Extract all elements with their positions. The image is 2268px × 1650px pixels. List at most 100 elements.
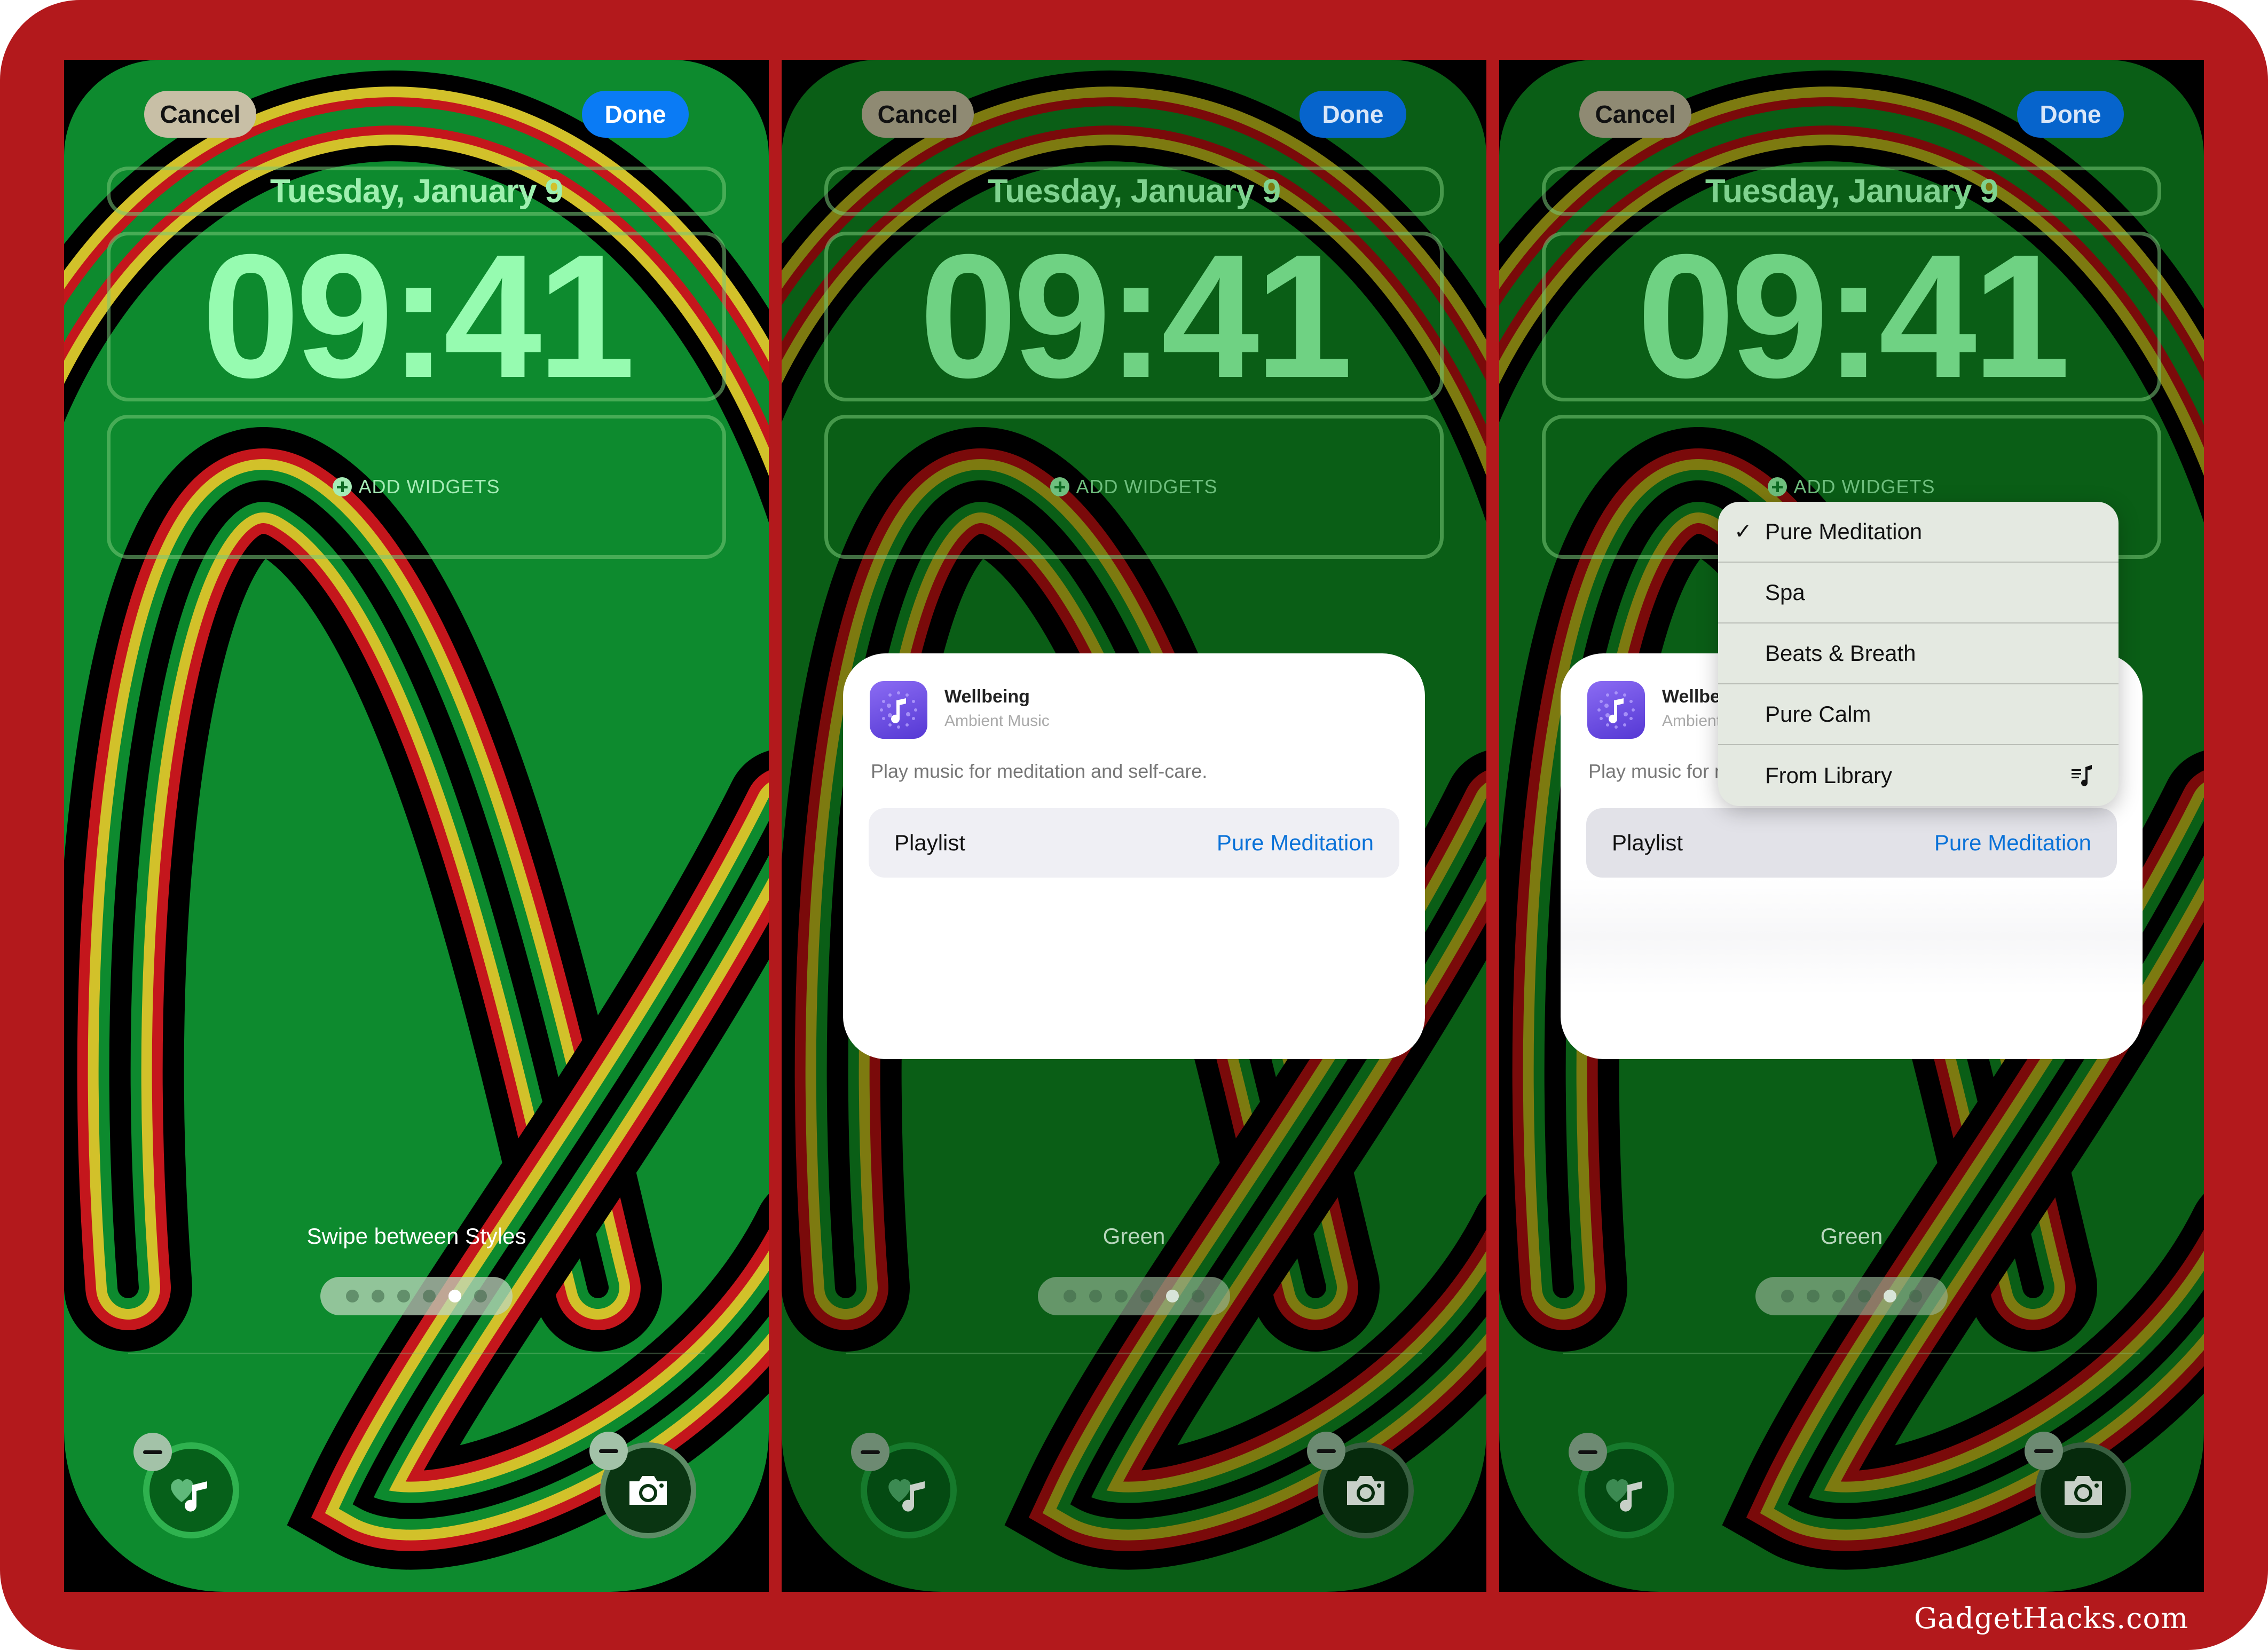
style-label: Green [1102,1223,1166,1249]
minus-icon [143,1450,162,1454]
divider [846,1353,1422,1354]
lock-screen-panel-1: Cancel Done Tuesday, January 9 09:41 ADD… [64,60,769,1592]
page-dot[interactable] [1832,1290,1845,1302]
add-circle-icon [333,477,352,496]
playlist-selector[interactable]: Playlist Pure Meditation [1586,808,2117,878]
wellbeing-quick-action[interactable] [851,1433,957,1538]
menu-item-label: Beats & Breath [1765,641,1916,666]
cancel-button[interactable]: Cancel [144,91,256,138]
camera-icon [1347,1476,1384,1505]
camera-quick-action[interactable] [589,1432,696,1538]
page-dot[interactable] [1858,1290,1871,1302]
widget-description: Play music for meditation and self-care. [871,760,1208,782]
lock-screen-panel-3: Cancel Done Tuesday, January 9 09:41 ADD… [1499,60,2204,1592]
minus-icon [1578,1450,1597,1454]
camera-icon [629,1476,667,1505]
done-button[interactable]: Done [582,91,689,138]
page-dot[interactable] [1140,1290,1153,1302]
page-dot[interactable] [397,1290,410,1302]
wellbeing-app-icon [870,681,927,739]
minus-icon [599,1449,618,1453]
done-button[interactable]: Done [2017,91,2124,138]
wellbeing-music-icon [888,1479,925,1512]
menu-item-label: Spa [1765,580,1805,605]
checkmark-icon: ✓ [1734,520,1752,543]
page-dot[interactable] [372,1290,384,1302]
playlist-label: Playlist [894,830,966,855]
menu-item-beats-and-breath[interactable]: Beats & Breath [1718,623,2119,684]
page-dot[interactable] [346,1290,359,1302]
playlist-label: Playlist [1612,830,1683,855]
page-dot[interactable] [1089,1290,1102,1302]
camera-quick-action[interactable] [2025,1432,2131,1538]
page-dot[interactable] [1909,1290,1922,1302]
clock-time: 09:41 [201,217,635,414]
menu-item-pure-calm[interactable]: Pure Calm [1718,684,2119,745]
wellbeing-music-icon [171,1479,207,1512]
playlist-value[interactable]: Pure Meditation [1934,830,2091,856]
style-page-indicator[interactable] [1038,1277,1230,1315]
camera-quick-action[interactable] [1307,1432,1414,1538]
add-widgets-label: ADD WIDGETS [358,476,500,498]
minus-icon [2034,1449,2053,1453]
add-widgets-label: ADD WIDGETS [1076,476,1218,498]
remove-badge[interactable] [1307,1432,1345,1470]
menu-item-pure-meditation[interactable]: ✓ Pure Meditation [1718,502,2119,563]
remove-badge[interactable] [133,1433,172,1471]
style-page-indicator[interactable] [1755,1277,1948,1315]
add-widgets-label: ADD WIDGETS [1793,476,1935,498]
add-widgets-button[interactable]: ADD WIDGETS [64,415,769,559]
wellbeing-app-icon [1587,681,1645,739]
menu-item-spa[interactable]: Spa [1718,563,2119,623]
date-label: Tuesday, January 9 [1705,172,1998,210]
page-dot[interactable] [1064,1290,1076,1302]
minus-icon [1317,1449,1336,1453]
remove-badge[interactable] [1569,1433,1607,1471]
divider [1563,1353,2140,1354]
style-page-indicator[interactable] [320,1277,513,1315]
page-dot[interactable] [423,1290,436,1302]
music-list-icon [2072,765,2092,786]
clock-time: 09:41 [1636,217,2070,414]
clock-time: 09:41 [919,217,1353,414]
widget-config-card: Wellbeing Ambient Music Play music for m… [843,653,1425,1059]
ambient-music-icon [880,691,917,729]
add-circle-icon [1050,477,1070,496]
page-dot[interactable] [1781,1290,1794,1302]
playlist-value[interactable]: Pure Meditation [1217,830,1374,856]
minus-icon [861,1450,880,1454]
page-dot[interactable] [1807,1290,1820,1302]
date-label: Tuesday, January 9 [987,172,1281,210]
remove-badge[interactable] [2025,1432,2063,1470]
style-label: Swipe between Styles [306,1223,526,1249]
app-subtitle: Ambient Music [944,712,1050,730]
page-dot-active[interactable] [1166,1290,1179,1302]
page-dot[interactable] [1192,1290,1204,1302]
menu-item-label: Pure Calm [1765,701,1871,727]
page-dot[interactable] [1115,1290,1128,1302]
add-circle-icon [1768,477,1787,496]
page-dot-active[interactable] [448,1290,461,1302]
app-name: Wellbeing [944,686,1030,707]
remove-badge[interactable] [589,1432,628,1470]
menu-item-from-library[interactable]: From Library [1718,745,2119,806]
lock-screen: Cancel Done Tuesday, January 9 09:41 ADD… [64,60,769,1592]
watermark: GadgetHacks.com [1914,1601,2189,1635]
page-dot-active[interactable] [1884,1290,1896,1302]
cancel-button[interactable]: Cancel [862,91,974,138]
playlist-menu: ✓ Pure Meditation Spa Beats & Breath Pur… [1718,502,2119,806]
page-dot[interactable] [474,1290,487,1302]
done-button[interactable]: Done [1300,91,1406,138]
lock-screen: Cancel Done Tuesday, January 9 09:41 ADD… [782,60,1486,1592]
wellbeing-quick-action[interactable] [1569,1433,1674,1538]
menu-item-label: Pure Meditation [1765,519,1923,544]
remove-badge[interactable] [851,1433,889,1471]
cancel-button[interactable]: Cancel [1579,91,1691,138]
date-label: Tuesday, January 9 [270,172,563,210]
playlist-selector[interactable]: Playlist Pure Meditation [869,808,1399,878]
wellbeing-quick-action[interactable] [133,1433,239,1538]
lock-screen-panel-2: Cancel Done Tuesday, January 9 09:41 ADD… [782,60,1486,1592]
menu-item-label: From Library [1765,763,1893,788]
add-widgets-button[interactable]: ADD WIDGETS [782,415,1486,559]
divider [128,1353,705,1354]
